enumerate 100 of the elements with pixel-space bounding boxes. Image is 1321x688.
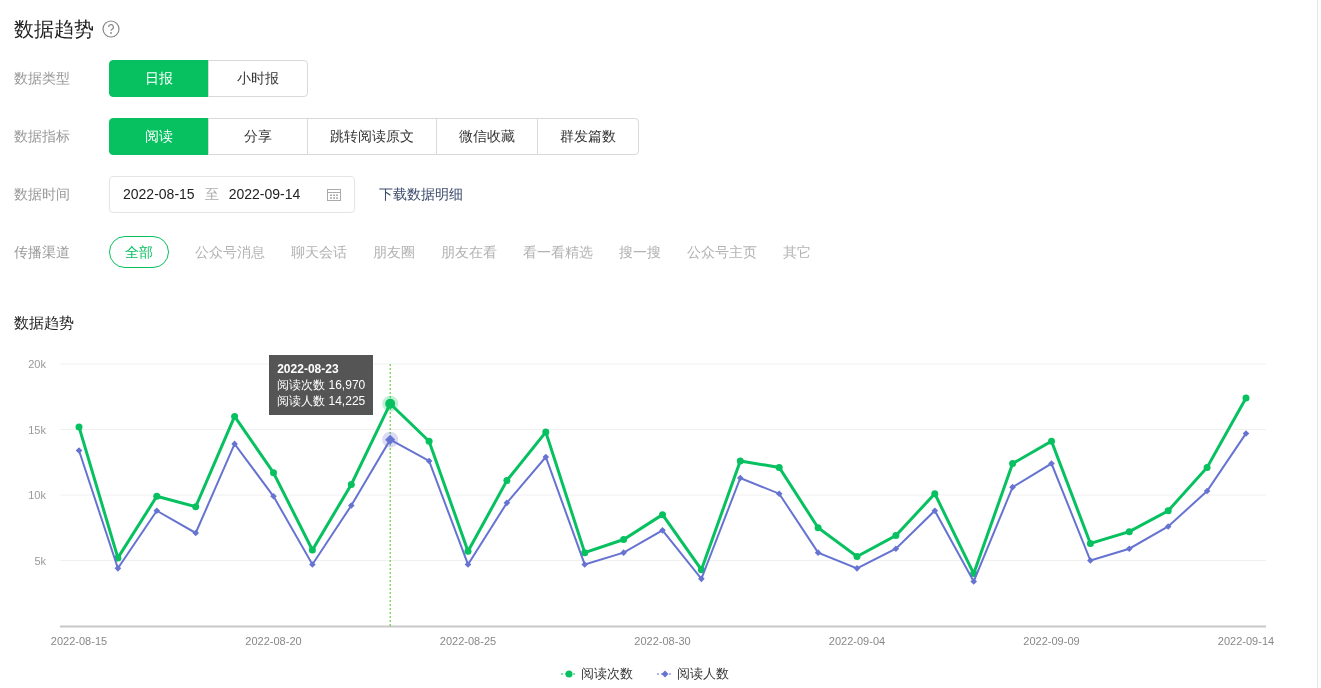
data-point: [737, 474, 744, 482]
x-tick-label: 2022-08-20: [245, 635, 302, 647]
y-tick-label: 5k: [34, 554, 46, 567]
data-point: [75, 447, 83, 454]
segment-tab[interactable]: 阅读: [109, 117, 209, 155]
data-point: [192, 503, 200, 511]
legend-marker-icon: [657, 668, 673, 679]
data-point: [1203, 487, 1211, 495]
data-point: [1164, 523, 1172, 530]
data-point: [348, 502, 355, 509]
data-point: [1048, 460, 1055, 467]
data-point: [931, 490, 939, 498]
help-icon[interactable]: [102, 20, 120, 38]
channel-tab[interactable]: 其它: [783, 236, 811, 268]
data-point: [1009, 460, 1017, 468]
segment-tab[interactable]: 群发篇数: [537, 117, 639, 155]
tooltip-title: 2022-08-23: [277, 361, 340, 377]
data-point: [192, 529, 199, 537]
data-point: [775, 464, 783, 471]
data-point: [620, 549, 627, 556]
y-tick-label: 15k: [28, 423, 46, 436]
data-point: [270, 493, 277, 500]
data-point: [1125, 528, 1133, 536]
data-point: [464, 547, 472, 555]
data-point: [892, 532, 900, 540]
channel-tab[interactable]: 朋友圈: [373, 236, 415, 268]
x-tick-label: 2022-08-25: [439, 635, 497, 647]
filter-label: 数据类型: [14, 68, 71, 88]
data-point: [347, 481, 355, 488]
data-point: [1203, 464, 1211, 471]
segment-tab[interactable]: 小时报: [208, 59, 308, 97]
segment-tab[interactable]: 微信收藏: [436, 117, 538, 155]
data-point: [1086, 539, 1094, 547]
filter-label: 传播渠道: [14, 242, 71, 262]
y-tick-label: 10k: [28, 489, 46, 501]
data-point: [153, 507, 161, 514]
data-point: [581, 561, 588, 568]
data-point: [581, 549, 589, 557]
filter-label: 数据时间: [14, 184, 71, 204]
data-point: [1164, 507, 1172, 515]
tooltip-line: 阅读次数 16,970: [277, 377, 366, 393]
data-point: [231, 440, 238, 448]
legend-label[interactable]: 阅读人数: [677, 664, 729, 684]
data-point: [775, 490, 783, 497]
data-point: [425, 457, 433, 465]
date-range-field[interactable]: 2022-08-15 至 2022-09-14: [109, 175, 355, 213]
channel-tab[interactable]: 朋友在看: [441, 236, 497, 268]
segment-tab[interactable]: 日报: [109, 59, 209, 97]
segment-tab[interactable]: 跳转阅读原文: [307, 117, 437, 155]
data-point: [114, 554, 122, 562]
highlighted-point: [382, 431, 399, 448]
data-point: [1242, 394, 1250, 402]
data-point: [309, 561, 316, 568]
data-point: [659, 511, 666, 519]
data-point: [814, 549, 822, 556]
data-point: [1126, 545, 1133, 552]
page-title: 数据趋势: [14, 17, 94, 42]
data-point: [1048, 437, 1055, 445]
data-point: [659, 527, 666, 534]
calendar-icon: [327, 187, 341, 201]
data-point: [153, 492, 161, 500]
data-point: [892, 545, 900, 552]
channel-tab[interactable]: 看一看精选: [523, 236, 593, 268]
download-link[interactable]: 下载数据明细: [379, 183, 463, 205]
data-point: [736, 457, 744, 465]
data-point: [425, 437, 433, 445]
data-point: [75, 423, 83, 431]
legend-marker-icon: [561, 668, 577, 679]
x-tick-label: 2022-08-15: [50, 635, 108, 647]
y-tick-label: 20k: [28, 358, 46, 370]
tooltip-line: 阅读人数 14,225: [277, 393, 366, 409]
data-point: [853, 553, 861, 561]
data-point: [308, 546, 316, 554]
channel-tab[interactable]: 聊天会话: [291, 236, 347, 268]
data-point: [1009, 483, 1016, 491]
data-point: [814, 524, 822, 532]
x-tick-label: 2022-09-09: [1023, 635, 1080, 647]
data-point: [270, 469, 277, 477]
data-point: [620, 536, 628, 544]
channel-tab[interactable]: 搜一搜: [619, 236, 661, 268]
data-point: [542, 453, 550, 461]
data-point: [464, 561, 472, 568]
highlighted-point: [382, 395, 399, 412]
data-point: [542, 428, 550, 436]
x-tick-label: 2022-08-30: [634, 635, 691, 647]
data-point: [114, 565, 122, 572]
channel-tab[interactable]: 公众号主页: [687, 236, 757, 268]
data-point: [853, 565, 861, 572]
data-point: [931, 507, 939, 514]
section-title: 数据趋势: [14, 313, 74, 333]
legend-label[interactable]: 阅读次数: [581, 664, 633, 684]
data-point: [503, 477, 511, 485]
x-tick-label: 2022-09-04: [828, 635, 886, 647]
data-point: [503, 499, 511, 507]
segment-tab[interactable]: 分享: [208, 117, 308, 155]
data-point: [231, 412, 239, 420]
channel-tab[interactable]: 公众号消息: [195, 236, 265, 268]
data-point: [1242, 430, 1250, 437]
filter-label: 数据指标: [14, 126, 71, 146]
x-tick-label: 2022-09-14: [1217, 635, 1275, 647]
